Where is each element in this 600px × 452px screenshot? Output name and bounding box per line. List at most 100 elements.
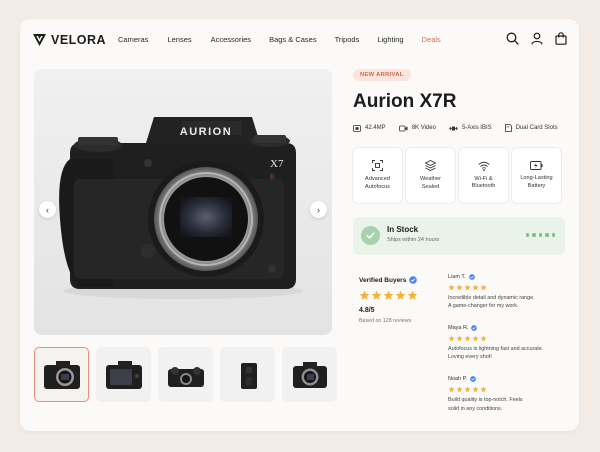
review-text: Autofocus is lightning fast and accurate… <box>448 345 568 361</box>
verified-badge-icon <box>470 376 477 383</box>
feature-cards: Advanced Autofocus Weather Sealed Wi-Fi … <box>353 148 561 203</box>
review-list: Liam T. Incredible detail and dynamic ra… <box>448 274 568 428</box>
star-icon <box>448 284 455 291</box>
reviewer-name: Noah P. <box>448 376 468 383</box>
feature-wireless-line2: Bluetooth <box>471 183 496 189</box>
feature-autofocus-line2: Autofocus <box>365 183 390 190</box>
battery-icon <box>530 161 543 171</box>
thumbnail-strip <box>34 347 337 402</box>
camera-side-thumbnail <box>240 362 257 389</box>
feature-weather-sealed-line2: Sealed <box>421 183 440 190</box>
feature-autofocus-line1: Advanced <box>365 176 390 183</box>
nav-link-tripods[interactable]: Tripods <box>335 35 360 44</box>
feature-wireless-line1: Wi-Fi & <box>474 175 493 182</box>
feature-battery-line2: Battery <box>527 182 546 189</box>
camera-model-text: X7 <box>270 158 284 170</box>
feature-battery: Long-Lasting Battery <box>512 148 561 203</box>
spec-stabilization-label: 5-Axis IBIS <box>461 125 492 131</box>
stabilization-icon <box>449 126 458 130</box>
star-icon <box>395 290 406 300</box>
star-icon <box>448 386 455 393</box>
thumbnail-side[interactable] <box>220 347 275 402</box>
reviewer: Noah P. <box>448 376 568 382</box>
spec-list: 42.4MP 8K Video 5-Axis IBIS Dual Card Sl… <box>353 124 558 132</box>
verified-badge-icon <box>409 276 418 284</box>
check-circle-icon <box>361 226 380 245</box>
thumbnail-front[interactable] <box>34 347 89 402</box>
star-icon <box>472 284 479 291</box>
nav-link-deals[interactable]: Deals <box>422 35 441 44</box>
review-text-line2: Loving every shot! <box>448 354 492 361</box>
reviewer: Liam T. <box>448 274 568 280</box>
sensor-icon <box>353 124 361 132</box>
spec-megapixels: 42.4MP <box>353 124 386 132</box>
spec-video-label: 8K Video <box>411 125 436 131</box>
star-icon <box>383 290 394 300</box>
review-text-line1: Autofocus is lightning fast and accurate… <box>448 346 544 353</box>
previous-image-button[interactable]: ‹ <box>39 201 56 218</box>
summary-stars <box>359 290 418 301</box>
star-icon <box>456 335 463 342</box>
next-image-button[interactable]: › <box>310 201 327 218</box>
verified-buyers-label: Verified Buyers <box>359 276 407 284</box>
video-icon <box>398 125 408 131</box>
review-count: Based on 128 reviews <box>359 318 412 324</box>
stock-subtitle: Ships within 24 hours <box>387 237 440 243</box>
camera-angle-thumbnail <box>292 361 327 388</box>
wifi-icon <box>478 161 489 171</box>
thumbnail-top[interactable] <box>158 347 213 402</box>
nav-link-cameras[interactable]: Cameras <box>118 35 148 44</box>
shopping-bag-icon[interactable] <box>555 32 567 45</box>
star-icon <box>407 290 418 300</box>
camera-model-mark-text: R <box>270 173 275 181</box>
thumbnail-back[interactable] <box>96 347 151 402</box>
star-icon <box>456 386 463 393</box>
camera-brand-text: AURION <box>180 126 232 138</box>
card-slot-icon <box>504 124 512 132</box>
nav-links: Cameras Lenses Accessories Bags & Cases … <box>118 35 441 44</box>
brand-logo[interactable]: VELORA <box>33 33 106 47</box>
average-rating: 4.8/5 <box>359 307 375 314</box>
star-icon <box>480 386 487 393</box>
nav-link-lighting[interactable]: Lighting <box>377 35 403 44</box>
spec-card-slots-label: Dual Card Slots <box>515 125 558 131</box>
star-icon <box>464 386 471 393</box>
spec-megapixels-label: 42.4MP <box>365 125 386 131</box>
nav-link-accessories[interactable]: Accessories <box>211 35 251 44</box>
weather-seal-icon <box>425 160 436 172</box>
stock-indicator-dots <box>525 233 555 237</box>
spec-stabilization: 5-Axis IBIS <box>449 124 492 132</box>
star-icon <box>448 335 455 342</box>
star-icon <box>371 290 382 300</box>
review-text: Build quality is top-notch. Feels solid … <box>448 396 568 412</box>
nav-link-bags-cases[interactable]: Bags & Cases <box>269 35 317 44</box>
account-icon[interactable] <box>531 32 543 45</box>
feature-autofocus: Advanced Autofocus <box>353 148 402 203</box>
stock-status-panel: In Stock Ships within 24 hours <box>353 217 565 255</box>
review-stars <box>448 284 568 291</box>
feature-weather-sealed-line1: Weather <box>419 176 442 183</box>
feature-weather-sealed: Weather Sealed <box>406 148 455 203</box>
verified-badge-icon <box>471 325 478 332</box>
review-text-line2: solid in any conditions. <box>448 405 503 412</box>
review-item: Liam T. Incredible detail and dynamic ra… <box>448 274 568 310</box>
product-main-image[interactable]: AURION X7 R ‹ › <box>34 69 332 335</box>
logo-mark-icon <box>33 34 46 46</box>
star-icon <box>472 335 479 342</box>
product-title: Aurion X7R <box>353 91 457 112</box>
star-icon <box>359 290 370 300</box>
review-text-line1: Build quality is top-notch. Feels <box>448 397 523 404</box>
spec-video: 8K Video <box>398 124 436 132</box>
review-stars <box>448 386 568 393</box>
thumbnail-angle[interactable] <box>282 347 337 402</box>
reviewer-name: Maya R. <box>448 325 469 332</box>
review-item: Noah P. Build quality is top-notch. Feel… <box>448 376 568 412</box>
search-icon[interactable] <box>506 32 519 45</box>
autofocus-icon <box>372 160 383 172</box>
review-text-line1: Incredible detail and dynamic range. <box>448 295 535 301</box>
review-item: Maya R. Autofocus is lightning fast and … <box>448 325 568 361</box>
nav-link-lenses[interactable]: Lenses <box>167 35 191 44</box>
review-stars <box>448 335 568 342</box>
star-icon <box>464 284 471 291</box>
star-icon <box>480 335 487 342</box>
